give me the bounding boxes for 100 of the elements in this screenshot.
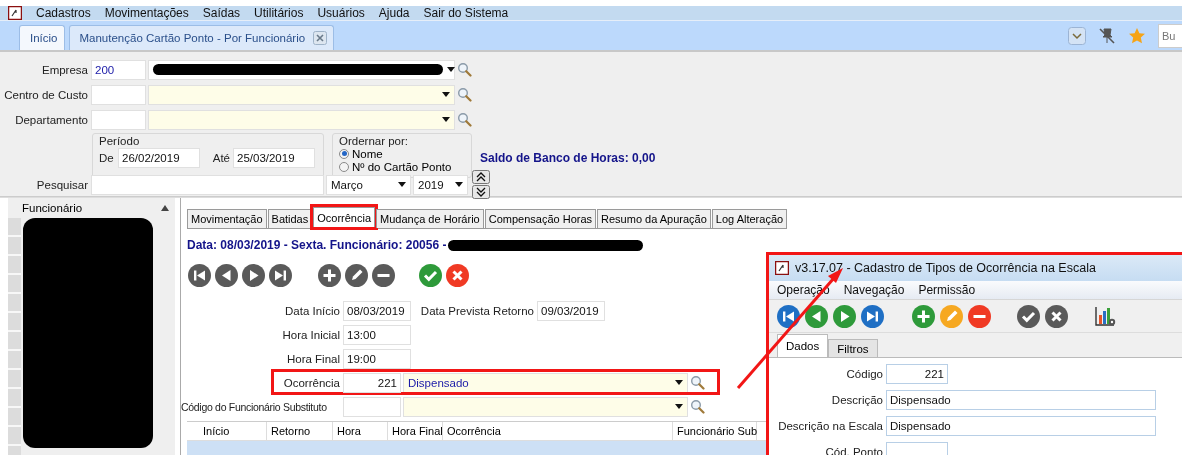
field-label: Cód. Ponto [824, 445, 884, 455]
column-header[interactable]: Ocorrência [443, 422, 673, 440]
year-combo[interactable]: 2019 [413, 174, 468, 195]
field-label: Data Início [284, 304, 341, 317]
menu-item[interactable]: Movimentações [104, 6, 189, 20]
caret-icon[interactable] [675, 380, 683, 385]
tab[interactable]: Filtros [828, 339, 878, 357]
field-label: Data Prevista Retorno [419, 304, 535, 317]
record-header: Data: 08/03/2019 - Sexta. Funcionário: 20056 - [187, 238, 447, 252]
minus-icon[interactable] [968, 304, 991, 328]
close-icon[interactable] [1045, 304, 1068, 328]
group-title: Ordernar por: [339, 135, 410, 147]
scroll-up-icon[interactable] [161, 205, 169, 211]
menu-item[interactable]: Permissão [918, 283, 976, 297]
pencil-icon[interactable] [345, 263, 368, 287]
search-icon[interactable] [690, 375, 705, 390]
menu-item[interactable]: Navegação [843, 283, 905, 297]
app-logo-icon[interactable] [8, 6, 22, 20]
minus-icon[interactable] [372, 263, 395, 287]
field-label: Empresa [40, 63, 89, 76]
column-header[interactable]: Funcionário Sub [673, 422, 757, 440]
field-label: Ocorrência [282, 376, 341, 389]
tab[interactable]: Compensação Horas [484, 209, 597, 228]
time-field[interactable]: 13:00 [343, 324, 411, 345]
menu-item[interactable]: Saídas [202, 6, 241, 20]
tab[interactable]: Log Alteração [711, 209, 788, 228]
skip-end-icon[interactable] [269, 263, 292, 287]
menu-item[interactable]: Ajuda [378, 6, 410, 20]
skip-start-icon[interactable] [188, 263, 211, 287]
radio-label: Nº do Cartão Ponto [352, 160, 452, 173]
text-field[interactable]: Dispensado [886, 389, 1156, 410]
menu-item[interactable]: Utilitários [254, 6, 304, 20]
app-logo-icon[interactable] [775, 261, 789, 275]
field-label: Hora Final [285, 352, 341, 365]
close-icon[interactable] [446, 263, 469, 287]
radio-button[interactable] [339, 161, 349, 172]
column-header[interactable]: Retorno [267, 422, 333, 440]
date-field[interactable]: 26/02/2019 [118, 148, 200, 168]
search-icon[interactable] [457, 87, 472, 102]
caret-icon[interactable] [398, 182, 406, 187]
tab[interactable]: Movimentação [187, 209, 267, 228]
unpin-icon[interactable] [1098, 26, 1116, 45]
text-field[interactable]: Dispensado [886, 415, 1156, 436]
skip-end-icon[interactable] [861, 304, 884, 328]
skip-start-icon[interactable] [777, 304, 800, 328]
column-header[interactable]: Início [187, 422, 267, 440]
caret-icon[interactable] [455, 182, 463, 187]
tab[interactable]: Mudança de Horário [376, 209, 484, 228]
bar-chart-icon[interactable] [1094, 304, 1117, 328]
month-combo[interactable]: Março [326, 174, 411, 195]
menu-item[interactable]: Cadastros [36, 6, 91, 20]
star-icon[interactable] [1128, 26, 1146, 45]
tab[interactable]: Dados [777, 334, 829, 357]
tab[interactable]: Ocorrência [313, 207, 376, 228]
field-label: Hora Inicial [281, 328, 341, 341]
date-field[interactable]: 25/03/2019 [233, 148, 315, 168]
field-label: Centro de Custo [3, 88, 89, 101]
caret-icon[interactable] [442, 117, 450, 122]
plus-icon[interactable] [318, 263, 341, 287]
field-label: De [99, 152, 115, 164]
field-label: Pesquisar [35, 178, 89, 191]
field-label: Até [211, 152, 231, 164]
tab[interactable]: Início [19, 25, 65, 50]
column-header: Funcionário [22, 202, 83, 214]
date-field[interactable]: 09/03/2019 [537, 300, 605, 321]
check-icon[interactable] [419, 263, 442, 287]
tab[interactable]: Manutenção Cartão Ponto - Por Funcionário [68, 25, 335, 50]
column-header[interactable]: Hora [333, 422, 388, 440]
code-field[interactable] [91, 84, 146, 105]
search-icon[interactable] [690, 399, 705, 414]
code-field[interactable]: 221 [343, 372, 401, 393]
text-field[interactable]: 221 [886, 363, 948, 384]
company-combo[interactable] [148, 59, 455, 80]
close-icon[interactable] [313, 31, 328, 45]
tab[interactable]: Resumo da Apuração [597, 209, 711, 228]
caret-icon[interactable] [442, 92, 450, 97]
chevron-down-icon[interactable] [472, 185, 490, 199]
radio-button[interactable] [339, 148, 349, 159]
code-field[interactable] [343, 396, 401, 417]
date-field[interactable]: 08/03/2019 [343, 300, 411, 321]
search-icon[interactable] [457, 112, 472, 127]
caret-icon[interactable] [675, 404, 683, 409]
check-icon[interactable] [1017, 304, 1040, 328]
column-header[interactable]: Hora Final [388, 422, 443, 440]
menu-item[interactable]: Usuários [317, 6, 365, 20]
plus-icon[interactable] [912, 304, 935, 328]
caret-icon[interactable] [447, 67, 455, 72]
field-label: Descrição [830, 393, 884, 406]
occurrence-combo[interactable]: Dispensado [403, 372, 688, 393]
tab[interactable]: Batidas [267, 209, 313, 228]
menu-item[interactable]: Sair do Sistema [423, 6, 509, 20]
code-field[interactable] [91, 109, 146, 130]
search-field[interactable] [91, 174, 324, 195]
text-field[interactable] [886, 441, 948, 455]
field-label: Departamento [14, 113, 89, 126]
group-title: Período [99, 135, 141, 147]
search-field[interactable]: Bu [1158, 23, 1182, 48]
code-field[interactable]: 200 [91, 59, 146, 80]
chevron-up-icon[interactable] [472, 170, 490, 184]
time-field[interactable]: 19:00 [343, 348, 411, 369]
